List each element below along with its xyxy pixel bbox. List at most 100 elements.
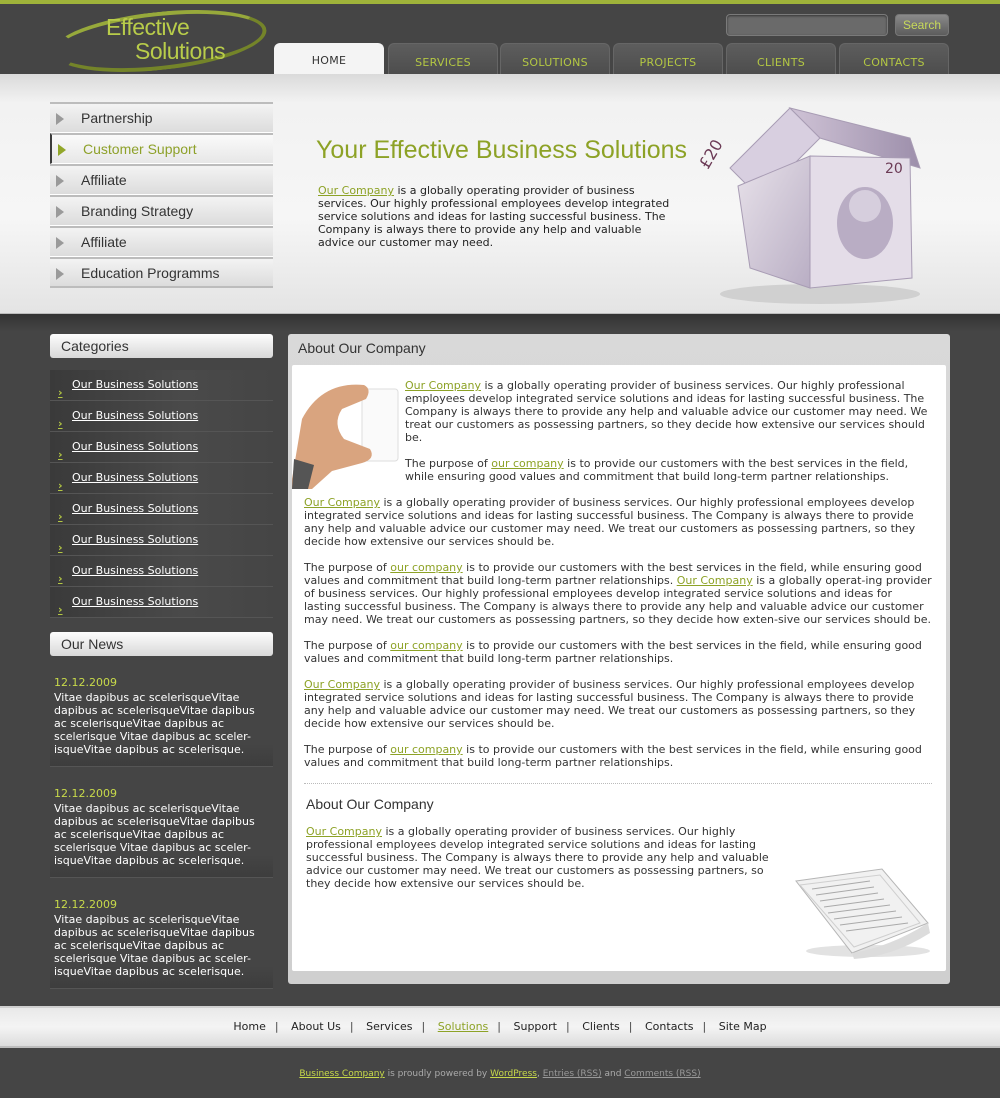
our-company-link[interactable]: our company	[491, 457, 563, 470]
news-date: 12.12.2009	[54, 898, 117, 911]
our-company-link[interactable]: Our Company	[405, 379, 481, 392]
tab-projects[interactable]: PROJECTS	[613, 43, 723, 78]
submenu-item-partnership[interactable]: Partnership	[50, 102, 273, 133]
news-heading: Our News	[50, 632, 273, 656]
our-company-link[interactable]: Our Company	[304, 496, 380, 509]
copyright: Business Company is proudly powered by W…	[0, 1069, 1000, 1079]
banner-title: Your Effective Business Solutions	[316, 136, 688, 164]
footer-link-contacts[interactable]: Contacts	[636, 1020, 703, 1033]
footer-nav: Home | About Us | Services | Solutions | Sup…	[0, 1020, 1000, 1033]
arrow-right-icon	[56, 113, 64, 125]
category-link[interactable]: Our Business Solutions	[72, 409, 198, 422]
tab-clients[interactable]: CLIENTS	[726, 43, 836, 78]
sub-section-title: About Our Company	[306, 796, 434, 812]
footer-link-clients[interactable]: Clients	[573, 1020, 629, 1033]
category-link[interactable]: Our Business Solutions	[72, 564, 198, 577]
arrow-right-icon	[58, 144, 66, 156]
our-company-link[interactable]: Our Company	[318, 184, 394, 197]
body-paragraph: Our Company is a globally operating prov…	[304, 678, 932, 730]
content-panel: About Our Company Our Company is a globa…	[288, 334, 950, 984]
our-company-link[interactable]: Our Company	[304, 678, 380, 691]
our-company-link[interactable]: Our Company	[306, 825, 382, 838]
submenu-label: Customer Support	[83, 141, 197, 157]
category-item[interactable]: › Our Business Solutions	[50, 370, 273, 401]
tab-services[interactable]: SERVICES	[388, 43, 498, 78]
paragraph-text: is a globally operating provider of busi…	[405, 379, 928, 444]
svg-text:£20: £20	[695, 136, 727, 172]
purpose-paragraph: The purpose of our company is to provide…	[405, 457, 928, 483]
arrow-right-icon	[56, 175, 64, 187]
newspaper-image	[795, 868, 930, 959]
divider	[304, 783, 932, 784]
footer-link-about-us[interactable]: About Us	[282, 1020, 350, 1033]
footer-link-site-map[interactable]: Site Map	[710, 1020, 776, 1033]
separator: |	[628, 1020, 633, 1033]
category-link[interactable]: Our Business Solutions	[72, 471, 198, 484]
footer-link-support[interactable]: Support	[505, 1020, 566, 1033]
search-input[interactable]	[726, 14, 888, 36]
tab-solutions[interactable]: SOLUTIONS	[500, 43, 610, 78]
category-item[interactable]: › Our Business Solutions	[50, 556, 273, 587]
category-item[interactable]: › Our Business Solutions	[50, 494, 273, 525]
submenu-label: Partnership	[81, 110, 153, 126]
our-company-link[interactable]: Our Company	[677, 574, 753, 587]
news-item: 12.12.2009 Vitae dapibus ac scelerisqueV…	[50, 656, 273, 767]
submenu-item-branding-strategy[interactable]: Branding Strategy	[50, 195, 273, 226]
search-button[interactable]: Search	[895, 14, 949, 36]
news-date: 12.12.2009	[54, 676, 117, 689]
entries-rss-link[interactable]: Entries (RSS)	[543, 1069, 602, 1079]
category-item[interactable]: › Our Business Solutions	[50, 432, 273, 463]
body-paragraph: The purpose of our company is to provide…	[304, 561, 932, 626]
logo-line2: Solutions	[135, 38, 226, 64]
content-body: Our Company is a globally operating prov…	[292, 365, 946, 971]
category-item[interactable]: › Our Business Solutions	[50, 525, 273, 556]
logo[interactable]: Effective Solutions	[49, 0, 270, 82]
news-text: Vitae dapibus ac scelerisqueVitae dapibu…	[54, 802, 255, 867]
paragraph-text: is a globally operating provider of busi…	[304, 678, 916, 730]
submenu-item-education-programms[interactable]: Education Programms	[50, 257, 273, 288]
category-link[interactable]: Our Business Solutions	[72, 378, 198, 391]
footer-link-solutions[interactable]: Solutions	[429, 1020, 498, 1033]
arrow-right-icon	[56, 237, 64, 249]
paragraph-text: The purpose of	[405, 457, 492, 470]
submenu-item-customer-support[interactable]: Customer Support	[50, 133, 273, 164]
submenu-label: Branding Strategy	[81, 203, 194, 219]
our-company-link[interactable]: our company	[390, 639, 462, 652]
comments-rss-link[interactable]: Comments (RSS)	[624, 1069, 700, 1079]
business-company-link[interactable]: Business Company	[299, 1069, 384, 1079]
main-area: Categories › Our Business Solutions › Our …	[0, 314, 1000, 1006]
body-paragraph: The purpose of our company is to provide…	[304, 639, 932, 665]
footer-link-home[interactable]: Home	[224, 1020, 274, 1033]
separator: |	[497, 1020, 501, 1033]
submenu: Partnership Customer Support Affiliate B…	[50, 102, 273, 288]
paragraph-text: The purpose of	[304, 743, 391, 756]
category-item[interactable]: › Our Business Solutions	[50, 587, 273, 618]
sub-section-text: Our Company is a globally operating prov…	[306, 825, 776, 890]
submenu-label: Affiliate	[81, 172, 127, 188]
our-company-link[interactable]: our company	[390, 743, 462, 756]
wordpress-link[interactable]: WordPress	[490, 1069, 537, 1079]
banner: Partnership Customer Support Affiliate B…	[0, 74, 1000, 314]
category-link[interactable]: Our Business Solutions	[72, 595, 198, 608]
chevron-right-icon: ›	[58, 603, 63, 616]
news-text: Vitae dapibus ac scelerisqueVitae dapibu…	[54, 913, 255, 978]
category-link[interactable]: Our Business Solutions	[72, 440, 198, 453]
main-nav: HOME SERVICES SOLUTIONS PROJECTS CLIENTS…	[274, 43, 950, 79]
submenu-item-affiliate[interactable]: Affiliate	[50, 164, 273, 195]
submenu-item-affiliate-2[interactable]: Affiliate	[50, 226, 273, 257]
separator: |	[702, 1020, 707, 1033]
banner-text: Our Company is a globally operating prov…	[318, 184, 678, 249]
news-item: 12.12.2009 Vitae dapibus ac scelerisqueV…	[50, 767, 273, 878]
hand-card-image	[292, 384, 399, 489]
body-paragraph: The purpose of our company is to provide…	[304, 743, 932, 769]
separator: |	[274, 1020, 279, 1033]
tab-contacts[interactable]: CONTACTS	[839, 43, 949, 78]
category-item[interactable]: › Our Business Solutions	[50, 463, 273, 494]
logo-line1: Effective	[106, 14, 190, 40]
our-company-link[interactable]: our company	[390, 561, 462, 574]
category-link[interactable]: Our Business Solutions	[72, 533, 198, 546]
category-item[interactable]: › Our Business Solutions	[50, 401, 273, 432]
category-link[interactable]: Our Business Solutions	[72, 502, 198, 515]
arrow-right-icon	[56, 206, 64, 218]
footer-link-services[interactable]: Services	[357, 1020, 421, 1033]
